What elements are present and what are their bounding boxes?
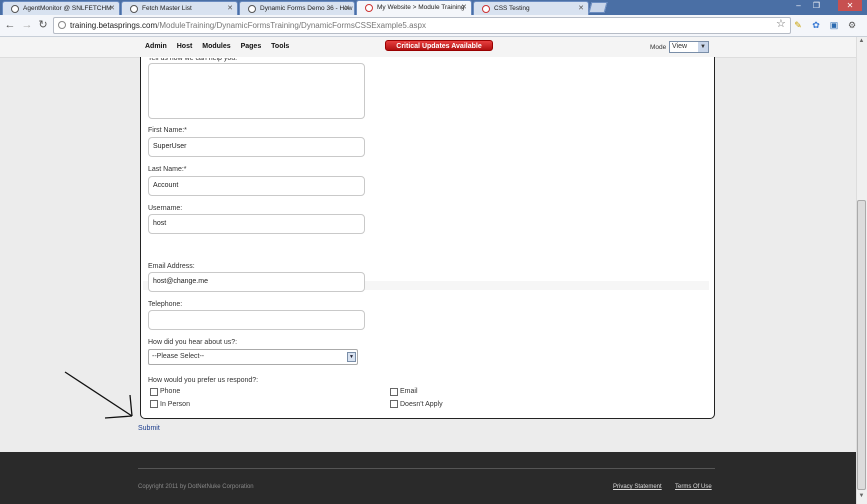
tab-close-icon[interactable]: ✕ <box>344 2 350 15</box>
tab-title: AgentMonitor @ SNLFETCHM <box>23 5 112 12</box>
agentmonitor-favicon-icon <box>11 5 19 13</box>
dnn-favicon-icon <box>248 5 256 13</box>
tab-title: CSS Testing <box>494 5 530 12</box>
page-viewport: Admin Host Modules Pages Tools Critical … <box>0 37 856 504</box>
email-label: Email Address: <box>148 263 195 270</box>
telephone-label: Telephone: <box>148 301 183 308</box>
scrollbar-thumb[interactable] <box>857 200 866 490</box>
browser-tab[interactable]: Fetch Master List ✕ <box>121 1 238 15</box>
phone-checkbox[interactable] <box>150 388 158 396</box>
hear-about-value: --Please Select-- <box>152 353 205 360</box>
scroll-down-icon[interactable]: ▼ <box>857 493 866 502</box>
hear-about-select[interactable]: --Please Select-- ▼ <box>148 349 358 365</box>
respond-label: How would you prefer us respond?: <box>148 377 259 384</box>
tab-close-icon[interactable]: ✕ <box>461 1 467 14</box>
username-field[interactable]: host <box>148 214 365 234</box>
tab-title: Fetch Master List <box>142 5 192 12</box>
browser-tab[interactable]: Dynamic Forms Demo 36 - How ✕ <box>239 1 355 15</box>
dnn-control-bar: Admin Host Modules Pages Tools Critical … <box>0 37 856 58</box>
terms-of-use-link[interactable]: Terms Of Use <box>675 484 712 490</box>
email-field[interactable]: host@change.me <box>148 272 365 292</box>
close-window-icon[interactable]: ✕ <box>838 0 862 11</box>
first-name-label: First Name:* <box>148 127 187 134</box>
control-menu: Admin Host Modules Pages Tools <box>145 43 297 50</box>
email-checkbox[interactable] <box>390 388 398 396</box>
tab-close-icon[interactable]: ✕ <box>227 2 233 15</box>
url-path: /ModuleTraining/DynamicFormsTraining/Dyn… <box>157 21 426 30</box>
menu-tools[interactable]: Tools <box>271 43 289 50</box>
telephone-field[interactable] <box>148 310 365 330</box>
username-label: Username: <box>148 205 183 212</box>
dnn-favicon-icon <box>365 4 373 12</box>
menu-host[interactable]: Host <box>177 43 193 50</box>
minimize-icon[interactable]: – <box>790 0 807 11</box>
menu-admin[interactable]: Admin <box>145 43 167 50</box>
address-bar[interactable]: training.betasprings.com/ModuleTraining/… <box>53 17 791 34</box>
doesnt-apply-checkbox[interactable] <box>390 400 398 408</box>
new-tab-button[interactable] <box>588 2 608 13</box>
copyright-text: Copyright 2011 by DotNetNuke Corporation <box>138 484 254 490</box>
reload-icon[interactable]: ↻ <box>36 18 50 32</box>
menu-pages[interactable]: Pages <box>241 43 262 50</box>
chevron-down-icon: ▼ <box>698 42 708 52</box>
browser-tab[interactable]: AgentMonitor @ SNLFETCHM ✕ <box>2 1 120 15</box>
bookmark-star-icon[interactable]: ☆ <box>776 17 786 30</box>
mode-label: Mode <box>650 44 667 51</box>
maximize-icon[interactable]: ❐ <box>808 0 825 11</box>
monitor-icon[interactable]: ▣ <box>828 19 840 31</box>
help-textarea[interactable] <box>148 63 365 119</box>
privacy-statement-link[interactable]: Privacy Statement <box>613 484 662 490</box>
browser-toolbar: ← → ↻ training.betasprings.com/ModuleTra… <box>0 15 867 37</box>
browser-tab[interactable]: CSS Testing ✕ <box>473 1 589 15</box>
pencil-icon[interactable]: ✎ <box>792 19 804 31</box>
submit-link[interactable]: Submit <box>138 425 160 432</box>
extension-gear-icon[interactable]: ✿ <box>810 19 822 31</box>
tab-title: My Website > Module Training <box>377 4 465 11</box>
back-icon[interactable]: ← <box>3 18 17 32</box>
last-name-label: Last Name:* <box>148 166 187 173</box>
mode-select[interactable]: View ▼ <box>669 41 709 53</box>
browser-tab-active[interactable]: My Website > Module Training ✕ <box>356 0 472 15</box>
tab-title: Dynamic Forms Demo 36 - How <box>260 5 353 12</box>
page-favicon-icon <box>130 5 138 13</box>
wrench-icon[interactable]: ⚙ <box>846 19 858 31</box>
phone-option-label: Phone <box>160 388 181 395</box>
chevron-down-icon: ▼ <box>347 352 356 362</box>
site-footer: Copyright 2011 by DotNetNuke Corporation… <box>0 452 856 504</box>
mode-value: View <box>672 43 688 50</box>
in-person-checkbox[interactable] <box>150 400 158 408</box>
tab-close-icon[interactable]: ✕ <box>578 2 584 15</box>
globe-icon <box>58 21 66 29</box>
doesnt-apply-option-label: Doesn't Apply <box>400 401 443 408</box>
first-name-field[interactable]: SuperUser <box>148 137 365 157</box>
tab-close-icon[interactable]: ✕ <box>109 2 115 15</box>
forward-icon[interactable]: → <box>20 18 34 32</box>
email-option-label: Email <box>400 388 418 395</box>
browser-tab-strip: AgentMonitor @ SNLFETCHM ✕ Fetch Master … <box>0 0 867 15</box>
url-host: training.betasprings.com <box>70 21 158 30</box>
help-label: Tell us how we can help you: <box>148 55 238 62</box>
menu-modules[interactable]: Modules <box>202 43 230 50</box>
annotation-arrow-icon <box>64 371 133 419</box>
dynamic-form-panel: Tell us how we can help you: First Name:… <box>140 57 715 419</box>
in-person-option-label: In Person <box>160 401 190 408</box>
footer-divider <box>138 468 715 469</box>
critical-updates-button[interactable]: Critical Updates Available <box>385 40 493 51</box>
dnn-favicon-icon <box>482 5 490 13</box>
scroll-up-icon[interactable]: ▲ <box>857 38 866 47</box>
hear-about-label: How did you hear about us?: <box>148 339 238 346</box>
last-name-field[interactable]: Account <box>148 176 365 196</box>
